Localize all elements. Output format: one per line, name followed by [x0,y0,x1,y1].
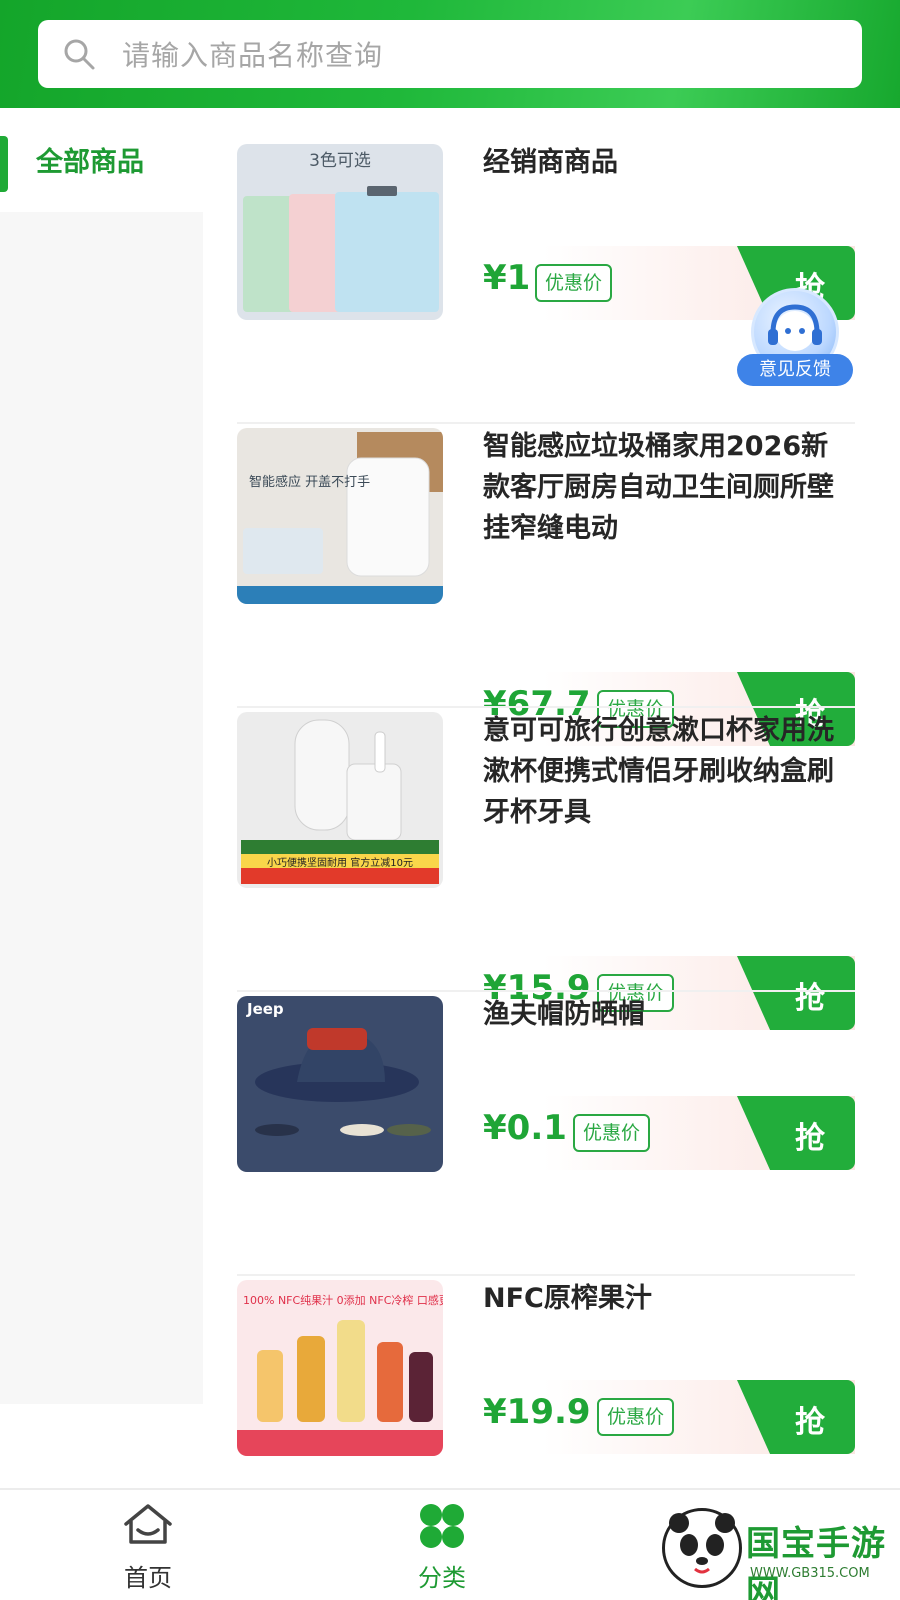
product-title: 智能感应垃圾桶家用2026新款客厅厨房自动卫生间厕所壁挂窄缝电动 [483,431,834,544]
tab-category[interactable]: 分类 [382,1490,502,1600]
watermark-title: 国宝手游网 [746,1524,886,1600]
svg-text:3色可选: 3色可选 [309,151,371,171]
svg-text:100% NFC纯果汁 0添加 NFC冷榨 口感更新鲜: 100% NFC纯果汁 0添加 NFC冷榨 口感更新鲜 [243,1293,443,1307]
tab-label: 首页 [124,1564,172,1592]
home-icon [124,1504,172,1544]
sidebar-item-label: 全部商品 [36,147,144,178]
top-header: 请输入商品名称查询 [0,0,900,108]
price: ¥0.1 [483,1108,567,1148]
price: ¥19.9 [483,1392,591,1432]
price: ¥1 [483,258,531,298]
feedback-label: 意见反馈 [737,354,853,386]
product-item[interactable]: Jeep 渔夫帽防晒帽 ¥0.1 优惠价 抢 [237,992,855,1276]
clover-icon [420,1504,464,1548]
feedback-button[interactable]: 意见反馈 [737,288,853,388]
active-indicator [0,136,8,192]
watermark-url: WWW.GB315.COM [750,1566,870,1581]
product-image: 小巧便携坚固耐用 官方立减10元 [237,712,443,888]
discount-badge: 优惠价 [535,264,613,302]
product-image: 3色可选 [237,144,443,320]
panda-icon [662,1508,742,1588]
price-row: ¥19.9 优惠价 抢 [483,1380,855,1454]
tab-home[interactable]: 首页 [88,1490,208,1600]
sidebar-item-all-products[interactable]: 全部商品 [0,108,203,212]
product-image: Jeep [237,996,443,1172]
tab-label: 分类 [418,1564,466,1592]
price-row: ¥0.1 优惠价 抢 [483,1096,855,1170]
product-image: 智能感应 开盖不打手 [237,428,443,604]
svg-text:智能感应 开盖不打手: 智能感应 开盖不打手 [249,474,370,490]
discount-badge: 优惠价 [573,1114,651,1152]
svg-text:小巧便携坚固耐用 官方立减10元: 小巧便携坚固耐用 官方立减10元 [267,856,413,869]
category-sidebar: 全部商品 [0,108,203,1404]
product-title: NFC原榨果汁 [483,1283,652,1314]
search-placeholder: 请输入商品名称查询 [122,39,384,72]
product-title: 经销商商品 [483,147,618,178]
product-item[interactable]: 智能感应 开盖不打手 智能感应垃圾桶家用2026新款客厅厨房自动卫生间厕所壁挂窄… [237,424,855,746]
watermark-logo: 国宝手游网 WWW.GB315.COM [650,1500,900,1600]
product-image: 100% NFC纯果汁 0添加 NFC冷榨 口感更新鲜 [237,1280,443,1456]
svg-text:Jeep: Jeep [246,1000,284,1018]
search-input[interactable]: 请输入商品名称查询 [38,20,862,88]
product-item[interactable]: 小巧便携坚固耐用 官方立减10元 意可可旅行创意漱口杯家用洗漱杯便携式情侣牙刷收… [237,708,855,1030]
product-title: 渔夫帽防晒帽 [483,999,645,1030]
discount-badge: 优惠价 [597,1398,675,1436]
search-icon [64,39,95,70]
product-title: 意可可旅行创意漱口杯家用洗漱杯便携式情侣牙刷收纳盒刷牙杯牙具 [483,715,834,828]
